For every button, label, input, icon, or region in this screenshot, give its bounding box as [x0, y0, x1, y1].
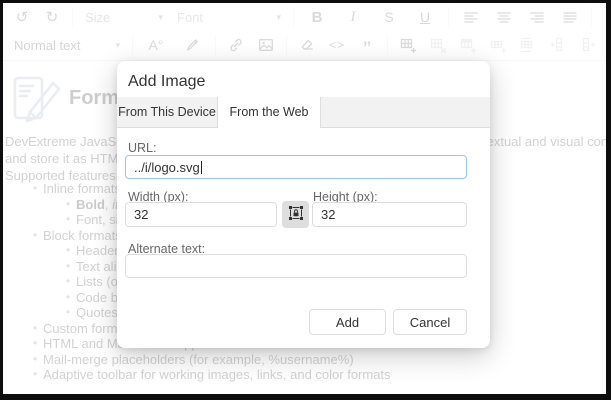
cancel-button[interactable]: Cancel [393, 309, 467, 335]
add-button[interactable]: Add [309, 309, 386, 335]
dialog-title: Add Image [128, 73, 205, 91]
add-image-dialog: Add Image From This Device From the Web … [117, 61, 490, 348]
url-input[interactable]: ../i/logo.svg [125, 155, 467, 179]
height-input[interactable] [312, 202, 467, 227]
alternate-text-input[interactable] [125, 254, 467, 278]
text-caret [201, 161, 202, 174]
keep-aspect-ratio-button[interactable] [282, 201, 309, 228]
tab-from-the-web[interactable]: From the Web [217, 97, 321, 128]
tab-from-this-device[interactable]: From This Device [117, 97, 217, 127]
aspect-lock-icon [288, 205, 304, 224]
dialog-tabs: From This Device From the Web [117, 97, 490, 128]
url-value: ../i/logo.svg [134, 160, 200, 175]
app-window: ↺ ↻ Size ▾ Font ▾ B I S U [0, 0, 611, 400]
width-input[interactable] [125, 202, 277, 227]
url-label: URL: [128, 141, 156, 155]
